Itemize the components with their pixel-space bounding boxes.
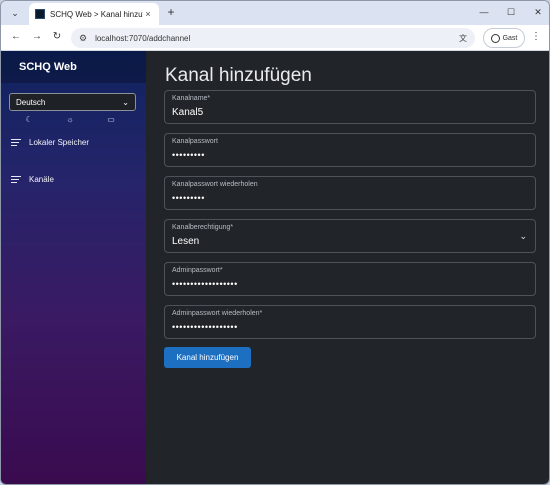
field-value[interactable]: ••••••••• — [172, 150, 205, 160]
field-label: Kanalname* — [172, 95, 211, 102]
channel-name-field[interactable]: Kanalname* Kanal5 — [164, 90, 536, 124]
browser-tab[interactable]: SCHQ Web > Kanal hinzufügen × — [29, 3, 159, 25]
profile-icon — [490, 33, 500, 43]
tab-search-icon[interactable]: ⌄ — [7, 5, 23, 21]
field-value[interactable]: Kanal5 — [172, 107, 203, 118]
sidebar-item-channels[interactable]: Kanäle — [11, 175, 54, 184]
moon-icon[interactable]: ☾ — [23, 114, 35, 126]
admin-password-field[interactable]: Adminpasswort* •••••••••••••••••• — [164, 262, 536, 296]
sidebar-item-label: Lokaler Speicher — [29, 138, 90, 147]
tab-strip: ⌄ SCHQ Web > Kanal hinzufügen × + — ☐ ✕ — [1, 1, 549, 25]
field-label: Adminpasswort wiederholen* — [172, 310, 263, 317]
close-window-button[interactable]: ✕ — [531, 5, 545, 19]
tab-close-icon[interactable]: × — [143, 9, 153, 19]
field-label: Adminpasswort* — [172, 267, 223, 274]
reload-button[interactable]: ↻ — [50, 30, 64, 44]
field-label: Kanalpasswort — [172, 138, 218, 145]
channel-permission-select[interactable]: Kanalberechtigung* Lesen ⌄ — [164, 219, 536, 253]
field-value[interactable]: ••••••••• — [172, 193, 205, 203]
address-bar[interactable]: ⚙ localhost:7070/addchannel 文 — [71, 28, 475, 48]
maximize-button[interactable]: ☐ — [504, 5, 518, 19]
forward-button[interactable]: → — [30, 30, 44, 44]
browser-window: ⌄ SCHQ Web > Kanal hinzufügen × + — ☐ ✕ … — [0, 0, 550, 485]
site-info-icon[interactable]: ⚙ — [79, 33, 87, 44]
field-label: Kanalberechtigung* — [172, 224, 234, 231]
sidebar-item-label: Kanäle — [29, 175, 54, 184]
profile-button[interactable]: Gast — [483, 28, 525, 48]
language-value: Deutsch — [16, 97, 46, 107]
favicon-icon — [35, 9, 45, 19]
chevron-down-icon: ⌄ — [122, 97, 129, 107]
field-value[interactable]: •••••••••••••••••• — [172, 279, 238, 289]
minimize-button[interactable]: — — [477, 5, 491, 19]
url-text[interactable]: localhost:7070/addchannel — [95, 34, 459, 43]
add-channel-button[interactable]: Kanal hinzufügen — [164, 347, 251, 368]
brand-title[interactable]: SCHQ Web — [19, 61, 77, 73]
sidebar: SCHQ Web Deutsch ⌄ ☾ ☼ ▭ Lokaler Speiche… — [1, 51, 146, 484]
admin-password-repeat-field[interactable]: Adminpasswort wiederholen* •••••••••••••… — [164, 305, 536, 339]
back-button[interactable]: ← — [9, 30, 23, 44]
chevron-down-icon: ⌄ — [519, 231, 527, 241]
list-icon — [11, 176, 21, 183]
browser-toolbar: ← → ↻ ⚙ localhost:7070/addchannel 文 Gast… — [1, 25, 549, 51]
page-title: Kanal hinzufügen — [165, 65, 312, 86]
channel-password-field[interactable]: Kanalpasswort ••••••••• — [164, 133, 536, 167]
brand-bar: SCHQ Web — [1, 51, 146, 83]
language-select[interactable]: Deutsch ⌄ — [9, 93, 136, 111]
field-value[interactable]: •••••••••••••••••• — [172, 322, 238, 332]
tab-title: SCHQ Web > Kanal hinzufügen — [50, 9, 143, 19]
monitor-icon[interactable]: ▭ — [105, 114, 117, 126]
page: SCHQ Web Deutsch ⌄ ☾ ☼ ▭ Lokaler Speiche… — [1, 51, 549, 484]
list-icon — [11, 139, 21, 146]
field-label: Kanalpasswort wiederholen — [172, 181, 258, 188]
sun-icon[interactable]: ☼ — [64, 114, 76, 126]
browser-menu-button[interactable]: ⋮ — [531, 30, 541, 44]
new-tab-button[interactable]: + — [164, 5, 178, 19]
channel-password-repeat-field[interactable]: Kanalpasswort wiederholen ••••••••• — [164, 176, 536, 210]
field-value[interactable]: Lesen — [172, 236, 199, 247]
sidebar-item-local-storage[interactable]: Lokaler Speicher — [11, 138, 89, 147]
translate-icon[interactable]: 文 — [459, 33, 467, 44]
profile-label: Gast — [502, 34, 518, 42]
